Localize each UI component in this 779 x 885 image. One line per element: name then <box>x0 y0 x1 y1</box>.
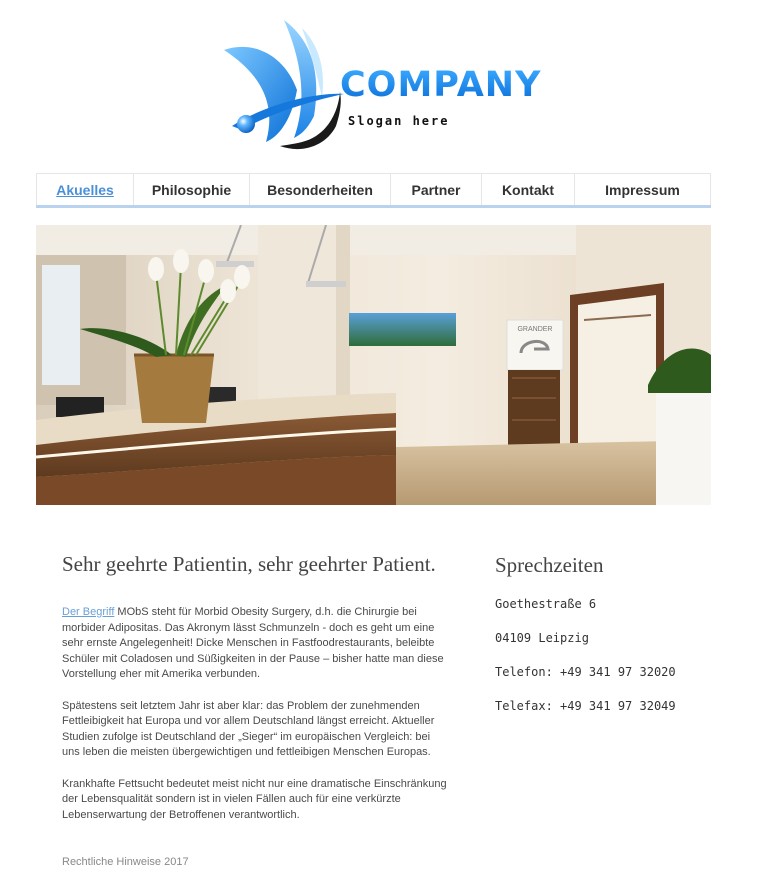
page-title: Sehr geehrte Patientin, sehr geehrter Pa… <box>62 552 436 576</box>
company-logo[interactable]: COMPANY Slogan here <box>222 18 542 158</box>
sidebar-heading: Sprechzeiten <box>495 553 604 577</box>
reception-photo: GRANDER <box>36 225 711 505</box>
address-city: 04109 Leipzig <box>495 631 589 645</box>
nav-item-kontakt[interactable]: Kontakt <box>481 174 574 205</box>
legal-notice-link[interactable]: Rechtliche Hinweise 2017 <box>62 856 189 868</box>
nav-item-philosophie[interactable]: Philosophie <box>133 174 249 205</box>
nav-item-aktuelles[interactable]: Akuelles <box>36 174 133 205</box>
der-begriff-link[interactable]: Der Begriff <box>62 606 114 618</box>
office-hours-sidebar: Sprechzeiten Goethestraße 6 04109 Leipzi… <box>495 553 735 713</box>
phone-number: Telefon: +49 341 97 32020 <box>495 665 676 679</box>
fax-number: Telefax: +49 341 97 32049 <box>495 699 676 713</box>
intro-paragraph: Der Begriff MObS steht für Morbid Obesit… <box>62 605 447 683</box>
logo-mark-icon <box>224 20 344 150</box>
second-paragraph: Spätestens seit letztem Jahr ist aber kl… <box>62 699 435 759</box>
address-street: Goethestraße 6 <box>495 597 597 611</box>
nav-item-partner[interactable]: Partner <box>390 174 481 205</box>
grander-sign: GRANDER <box>517 326 552 333</box>
third-paragraph: Krankhafte Fettsucht bedeutet meist nich… <box>62 777 447 821</box>
logo-slogan: Slogan here <box>348 114 450 128</box>
intro-text: MObS steht für Morbid Obesity Surgery, d… <box>62 606 444 680</box>
logo-brand-text: COMPANY <box>340 65 542 105</box>
main-content: Sehr geehrte Patientin, sehr geehrter Pa… <box>62 552 447 823</box>
nav-item-impressum[interactable]: Impressum <box>574 174 711 205</box>
main-navigation: Akuelles Philosophie Besonderheiten Part… <box>36 173 711 208</box>
hero-image: GRANDER <box>36 225 711 505</box>
nav-item-besonderheiten[interactable]: Besonderheiten <box>249 174 390 205</box>
